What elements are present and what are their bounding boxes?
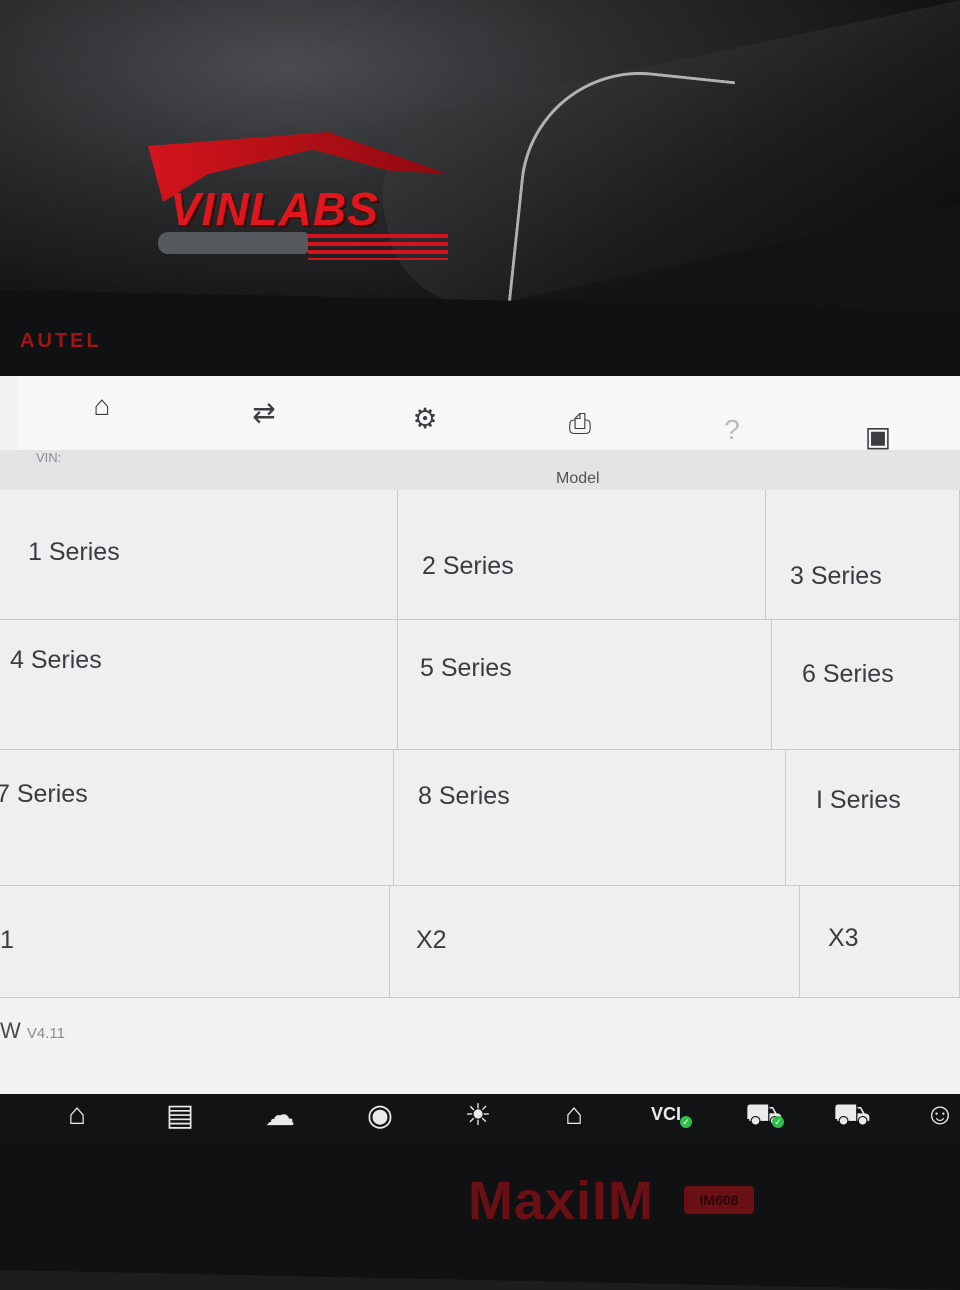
home-icon[interactable]: ⌂: [82, 390, 122, 422]
vin-label: VIN:: [36, 450, 62, 465]
model-label: 8 Series: [418, 782, 510, 810]
model-label: 5 Series: [420, 654, 512, 682]
model-label: 1 Series: [28, 538, 120, 566]
model-label: 4 Series: [10, 646, 102, 674]
model-cell-x3[interactable]: X3: [800, 886, 960, 998]
recent-apps-icon[interactable]: ▤: [158, 1098, 202, 1133]
model-label: 2 Series: [422, 552, 514, 580]
model-cell-2-series[interactable]: 2 Series: [398, 490, 766, 620]
model-cell-i-series[interactable]: I Series: [786, 750, 960, 886]
vehicle-swap-icon[interactable]: ⇄: [244, 396, 284, 429]
device-model-badge: IM608: [684, 1186, 754, 1214]
model-cell-1[interactable]: 1: [0, 886, 390, 998]
model-cell-3-series[interactable]: 3 Series: [766, 490, 960, 620]
camera-icon[interactable]: ◉: [358, 1098, 402, 1133]
model-cell-1-series[interactable]: 1 Series: [0, 490, 398, 620]
vinlabs-watermark-logo: VINLABS: [148, 132, 458, 267]
version-label: V4.11: [26, 1025, 65, 1042]
shop-icon[interactable]: ⌂: [552, 1098, 596, 1132]
model-cell-6-series[interactable]: 6 Series: [772, 620, 960, 750]
model-label: 6 Series: [802, 660, 894, 688]
vehicle-connected-badge: ✓: [772, 1116, 784, 1128]
app-name-fragment: W: [0, 1018, 21, 1043]
model-label: X3: [828, 924, 859, 952]
model-label: 1: [0, 926, 14, 954]
model-cell-7-series[interactable]: 7 Series: [0, 750, 394, 886]
model-cell-5-series[interactable]: 5 Series: [398, 620, 772, 750]
cloud-icon[interactable]: ☁: [258, 1098, 302, 1133]
logo-text: VINLABS: [170, 183, 379, 235]
model-cell-4-series[interactable]: 4 Series: [0, 620, 398, 750]
help-icon[interactable]: ?: [712, 414, 752, 446]
printer-icon[interactable]: ⎙: [560, 408, 600, 441]
top-toolbar: [18, 376, 960, 451]
device-model-name: MaxiIM: [468, 1171, 655, 1231]
model-label: I Series: [816, 786, 901, 814]
technician-icon[interactable]: ☺: [918, 1098, 960, 1132]
model-label: 3 Series: [790, 562, 882, 590]
save-icon[interactable]: ▣: [858, 420, 898, 453]
car-icon[interactable]: ⛟: [830, 1098, 874, 1136]
footer-version: W V4.11: [0, 1018, 65, 1044]
home-icon[interactable]: ⌂: [55, 1098, 99, 1132]
brightness-volume-icon[interactable]: ☀: [456, 1098, 500, 1133]
model-cell-x2[interactable]: X2: [390, 886, 800, 998]
model-grid: 1 Series 2 Series 3 Series 4 Series 5 Se…: [0, 470, 960, 1000]
model-label: X2: [416, 926, 447, 954]
model-label: 7 Series: [0, 780, 88, 808]
model-cell-8-series[interactable]: 8 Series: [394, 750, 786, 886]
device-brand: AUTEL: [20, 330, 102, 352]
logo-lines: [308, 234, 448, 260]
vci-connected-badge: ✓: [680, 1116, 692, 1128]
gear-icon[interactable]: ⚙: [405, 402, 445, 435]
